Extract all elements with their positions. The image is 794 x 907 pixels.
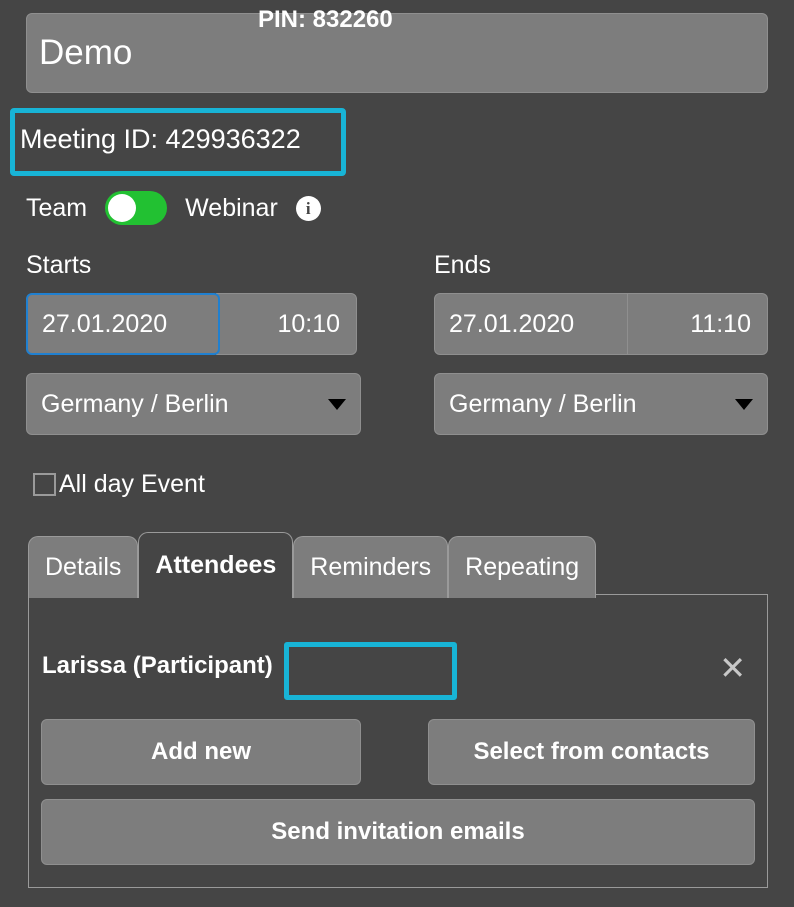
team-webinar-switch[interactable] (105, 191, 168, 225)
ends-time-input[interactable]: 11:10 (628, 293, 768, 355)
chevron-down-icon (328, 398, 346, 410)
starts-timezone-value: Germany / Berlin (41, 389, 229, 418)
remove-attendee-icon[interactable]: ✕ (719, 648, 746, 688)
attendee-list-item: Larissa (Participant) ✕ (42, 642, 754, 700)
attendee-pin-highlight-box (284, 642, 457, 700)
tab-repeating-label: Repeating (465, 553, 580, 581)
chevron-down-icon (735, 398, 753, 410)
starts-date-value: 27.01.2020 (42, 309, 168, 338)
tab-details-label: Details (45, 553, 122, 581)
ends-label: Ends (434, 251, 491, 279)
add-new-button[interactable]: Add new (41, 719, 361, 785)
send-invitation-emails-button-label: Send invitation emails (271, 818, 525, 845)
starts-time-input[interactable]: 10:10 (216, 293, 357, 355)
meeting-id-label: Meeting ID: 429936322 (20, 124, 301, 154)
toggle-label-team: Team (26, 193, 88, 222)
ends-time-value: 11:10 (690, 309, 751, 338)
starts-label: Starts (26, 251, 92, 279)
ends-date-value: 27.01.2020 (449, 309, 575, 338)
attendee-name: Larissa (Participant) (42, 652, 273, 679)
all-day-event-checkbox[interactable] (33, 473, 56, 496)
tab-repeating[interactable]: Repeating (448, 536, 597, 598)
toggle-label-webinar: Webinar (185, 193, 278, 222)
all-day-event-label: All day Event (59, 470, 205, 498)
add-new-button-label: Add new (151, 738, 251, 765)
starts-timezone-select[interactable]: Germany / Berlin (26, 373, 361, 435)
tab-attendees[interactable]: Attendees (138, 532, 294, 598)
meeting-title-input[interactable]: Demo (26, 13, 768, 93)
ends-datetime-row: 27.01.2020 11:10 (434, 293, 768, 355)
ends-timezone-select[interactable]: Germany / Berlin (434, 373, 768, 435)
starts-datetime-row: 27.01.2020 10:10 (26, 293, 361, 355)
starts-time-value: 10:10 (277, 309, 340, 338)
select-from-contacts-button[interactable]: Select from contacts (428, 719, 755, 785)
tab-details[interactable]: Details (28, 536, 139, 598)
switch-knob (108, 194, 137, 222)
tab-reminders-label: Reminders (310, 553, 432, 581)
starts-date-input[interactable]: 27.01.2020 (26, 293, 220, 355)
info-icon[interactable]: i (295, 195, 321, 221)
team-webinar-toggle-row: Team Webinar i (26, 190, 321, 226)
tab-reminders[interactable]: Reminders (293, 536, 449, 598)
select-from-contacts-button-label: Select from contacts (473, 738, 710, 765)
attendee-pin-label: PIN: 832260 (258, 6, 393, 33)
tab-attendees-label: Attendees (155, 551, 277, 579)
ends-timezone-value: Germany / Berlin (449, 389, 637, 418)
tab-bar: Details Attendees Reminders Repeating (28, 532, 597, 598)
send-invitation-emails-button[interactable]: Send invitation emails (41, 799, 755, 865)
all-day-event-row[interactable]: All day Event (33, 470, 205, 499)
meeting-title-value: Demo (39, 33, 133, 72)
ends-date-input[interactable]: 27.01.2020 (434, 293, 628, 355)
meeting-editor-form: Demo Meeting ID: 429936322 Team Webinar … (0, 0, 794, 907)
